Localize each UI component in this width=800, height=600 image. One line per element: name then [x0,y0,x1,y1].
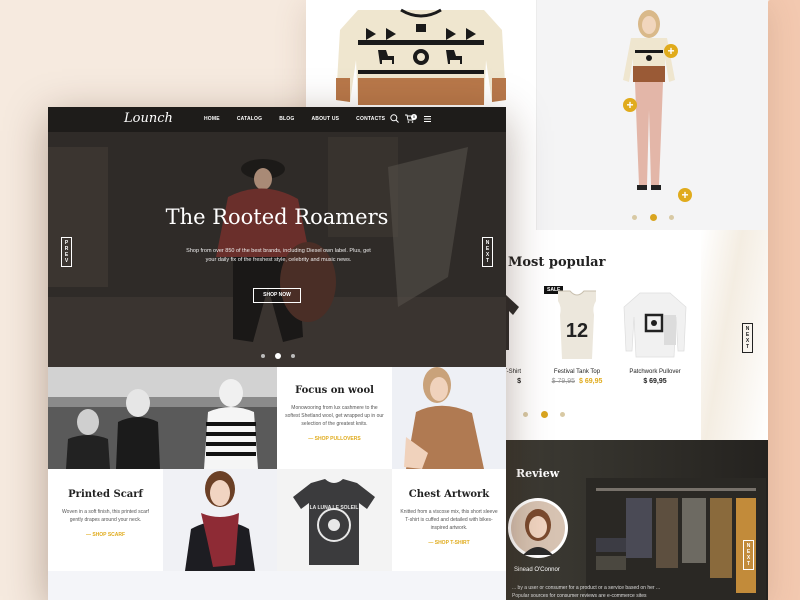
next-button[interactable]: NEXT [482,237,493,267]
brand-logo[interactable]: Lounch [124,111,173,126]
hotspot-plus-icon[interactable]: + [664,44,678,58]
reviewer-avatar [508,498,568,558]
feature-chest-artwork: Chest Artwork Knitted from a viscose mix… [392,469,506,571]
top-navigation: Lounch HOME CATALOG BLOG ABOUT US CONTAC… [48,107,506,132]
shop-tshirt-link[interactable]: SHOP T-SHIRT [400,540,498,546]
carousel-dot[interactable] [291,353,296,358]
carousel-dot-active[interactable] [540,411,548,419]
product-name: Festival Tank Top [553,369,601,375]
feature-grid: Focus on wool Monowooring from lux cashm… [48,367,506,600]
feature-title: Chest Artwork [408,489,490,500]
prev-button[interactable]: PREV [61,237,72,267]
shop-pullovers-link[interactable]: SHOP PULLOVERS [285,436,384,442]
tshirt-print-text: LA LUNA LE SOLEIL [310,505,359,511]
hero-section: Lounch HOME CATALOG BLOG ABOUT US CONTAC… [48,107,506,367]
product-card[interactable]: 12 Festival Tank Top $ 79,95 $ 69,95 [542,285,612,385]
feature-title: Focus on wool [295,385,374,396]
feature-image-tshirt[interactable]: LA LUNA LE SOLEIL [277,469,392,571]
next-label: NEXT [485,240,490,264]
feature-text: Knitted from a viscose mix, this short s… [400,509,498,531]
section-title: Review [516,467,560,480]
product-name: Patchwork Pullover [629,369,681,375]
feature-image-group[interactable] [48,367,277,469]
next-button[interactable]: NEXT [743,540,754,570]
sale-price: $ 69,95 [579,378,603,385]
hero-image [48,107,506,367]
hero-title: The Rooted Roamers [165,205,389,229]
feature-image-knit[interactable] [392,367,506,469]
hotspot-plus-icon[interactable]: + [623,98,637,112]
hero-carousel-dots [256,347,300,365]
jersey-number: 12 [566,320,588,342]
carousel-dot[interactable] [523,412,529,418]
shop-now-button[interactable]: SHOP NOW [253,288,301,303]
hotspot-plus-icon[interactable]: + [678,188,692,202]
feature-text: Woven in a soft finish, this printed sca… [62,509,149,523]
carousel-dots [514,406,574,424]
carousel-dot[interactable] [559,412,565,418]
product-card[interactable]: Patchwork Pullover $ 69,95 [620,285,690,385]
feature-image-scarf[interactable] [163,469,277,571]
nav-item-about[interactable]: ABOUT US [311,116,339,122]
reviewer-name: Sinead O'Connor [514,567,560,573]
carousel-dot[interactable] [632,215,638,221]
product-price: $ 79,95 $ 69,95 [542,378,612,385]
old-price: $ 79,95 [551,378,575,385]
next-section-peek [48,571,506,600]
prev-label: PREV [64,240,69,264]
nav-item-contacts[interactable]: CONTACTS [356,116,385,122]
section-title: Most popular [508,255,606,270]
nav-item-catalog[interactable]: CATALOG [237,116,262,122]
product-image[interactable]: 12 [542,285,612,365]
review-text: ... by a user or consumer for a product … [512,585,661,599]
next-label: NEXT [746,543,751,567]
carousel-dot-active[interactable] [275,352,281,359]
next-label: NEXT [745,326,750,350]
hero-subtitle: Shop from over 850 of the best brands, i… [186,248,371,263]
shop-scarf-link[interactable]: SHOP SCARF [56,532,155,538]
feature-text: Monowooring from lux cashmere to the sof… [285,405,384,427]
cart-count-badge: 0 [411,114,417,120]
nav-item-blog[interactable]: BLOG [279,116,294,122]
feature-focus-on-wool: Focus on wool Monowooring from lux cashm… [277,367,392,469]
feature-printed-scarf: Printed Scarf Woven in a soft finish, th… [48,469,163,571]
search-icon[interactable] [390,114,399,125]
product-price: $ 69,95 [643,378,667,385]
product-image[interactable] [620,285,690,365]
carousel-dots [537,209,768,227]
hamburger-menu-icon[interactable] [423,114,432,125]
next-button[interactable]: NEXT [742,323,753,353]
carousel-dot[interactable] [668,215,674,221]
main-menu: HOME CATALOG BLOG ABOUT US CONTACTS [204,116,385,122]
carousel-dot-active[interactable] [649,214,657,222]
feature-title: Printed Scarf [68,489,143,500]
brush-decoration [701,230,768,440]
nav-item-home[interactable]: HOME [204,116,220,122]
clothing-rack-image [586,478,766,600]
front-page: Lounch HOME CATALOG BLOG ABOUT US CONTAC… [48,107,506,600]
carousel-dot[interactable] [260,353,265,358]
product-model-image[interactable]: + + + [536,0,768,230]
